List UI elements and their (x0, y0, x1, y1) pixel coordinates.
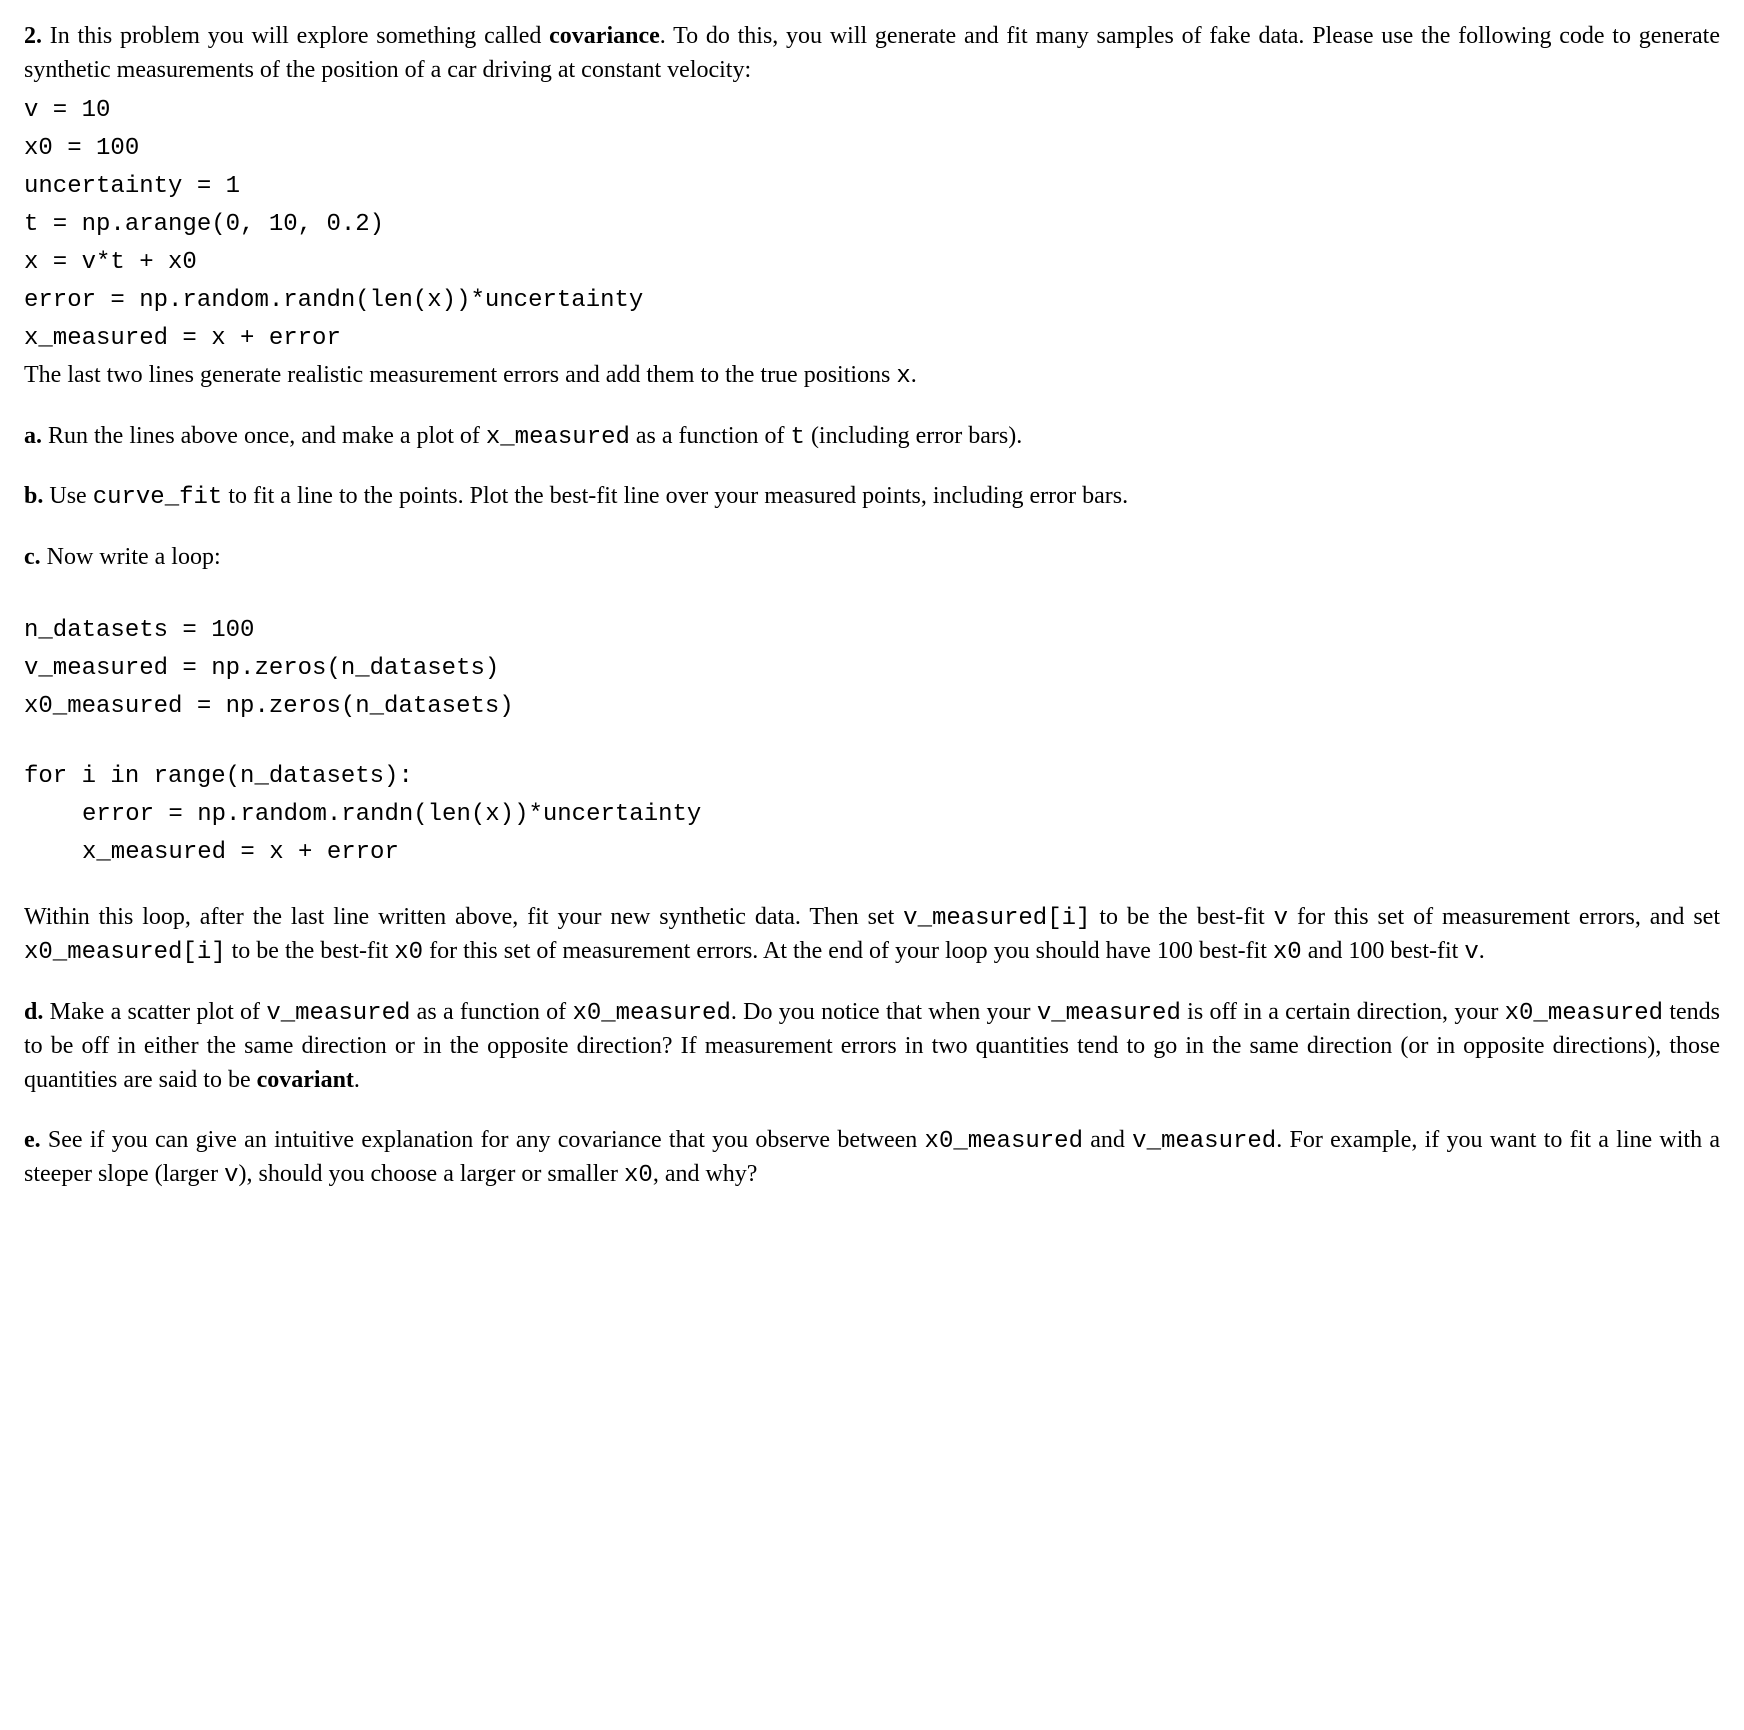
part-label: d. (24, 999, 43, 1025)
text: . (354, 1067, 360, 1093)
code-inline: x0 (624, 1162, 653, 1189)
part-c-continued: Within this loop, after the last line wr… (24, 901, 1720, 970)
code-inline: x0 (394, 939, 423, 966)
text: ), should you choose a larger or smaller (239, 1161, 624, 1187)
code-inline: x0_measured (572, 1000, 730, 1027)
code-inline: curve_fit (93, 484, 223, 511)
text: as a function of (630, 423, 791, 449)
post-code-paragraph: The last two lines generate realistic me… (24, 359, 1720, 394)
text: as a function of (410, 999, 572, 1025)
text: Use (43, 483, 92, 509)
code-line: uncertainty = 1 (24, 169, 1720, 205)
text: The last two lines generate realistic me… (24, 362, 896, 388)
code-inline: x0_measured (1505, 1000, 1663, 1027)
text: to be the best-fit (1090, 904, 1273, 930)
part-label: e. (24, 1127, 41, 1153)
text: is off in a certain direction, your (1181, 999, 1505, 1025)
code-inline: t (791, 424, 805, 451)
part-c: c. Now write a loop: (24, 541, 1720, 575)
code-inline: v (1464, 939, 1478, 966)
text: Run the lines above once, and make a plo… (42, 423, 486, 449)
part-a: a. Run the lines above once, and make a … (24, 420, 1720, 455)
text: Make a scatter plot of (43, 999, 266, 1025)
code-line: t = np.arange(0, 10, 0.2) (24, 207, 1720, 243)
text: for this set of measurement errors, and … (1288, 904, 1720, 930)
part-b: b. Use curve_fit to fit a line to the po… (24, 480, 1720, 515)
intro-paragraph: 2. In this problem you will explore some… (24, 20, 1720, 87)
text: See if you can give an intuitive explana… (41, 1127, 925, 1153)
code-line: x0_measured = np.zeros(n_datasets) (24, 689, 1720, 725)
part-label: b. (24, 483, 43, 509)
text: Within this loop, after the last line wr… (24, 904, 903, 930)
text: . (1479, 938, 1485, 964)
code-line: n_datasets = 100 (24, 613, 1720, 649)
code-inline: v (1274, 905, 1288, 932)
code-inline: x0_measured[i] (24, 939, 226, 966)
term-covariance: covariance (549, 23, 660, 49)
text: . (911, 362, 917, 388)
code-line: error = np.random.randn(len(x))*uncertai… (24, 797, 1720, 833)
text: for this set of measurement errors. At t… (423, 938, 1273, 964)
text: to be the best-fit (226, 938, 395, 964)
text: , and why? (653, 1161, 758, 1187)
part-e: e. See if you can give an intuitive expl… (24, 1124, 1720, 1193)
part-label: c. (24, 544, 41, 570)
code-line: x_measured = x + error (24, 835, 1720, 871)
code-inline: v_measured[i] (903, 905, 1090, 932)
text: to fit a line to the points. Plot the be… (222, 483, 1128, 509)
problem-number: 2. (24, 23, 42, 49)
code-line: x = v*t + x0 (24, 245, 1720, 281)
term-covariant: covariant (257, 1067, 354, 1093)
text: . Do you notice that when your (731, 999, 1037, 1025)
code-inline: v_measured (266, 1000, 410, 1027)
code-inline: v_measured (1037, 1000, 1181, 1027)
code-inline: v_measured (1132, 1128, 1276, 1155)
text: In this problem you will explore somethi… (42, 23, 549, 49)
code-line: error = np.random.randn(len(x))*uncertai… (24, 283, 1720, 319)
text: (including error bars). (805, 423, 1022, 449)
text: and (1083, 1127, 1132, 1153)
text: and 100 best-fit (1302, 938, 1465, 964)
part-d: d. Make a scatter plot of v_measured as … (24, 996, 1720, 1098)
part-label: a. (24, 423, 42, 449)
code-line: x0 = 100 (24, 131, 1720, 167)
text: Now write a loop: (41, 544, 221, 570)
code-inline: x_measured (486, 424, 630, 451)
code-line: for i in range(n_datasets): (24, 759, 1720, 795)
code-line: x_measured = x + error (24, 321, 1720, 357)
code-line: v = 10 (24, 93, 1720, 129)
code-line: v_measured = np.zeros(n_datasets) (24, 651, 1720, 687)
code-inline: x (896, 363, 910, 390)
code-inline: x0_measured (925, 1128, 1083, 1155)
code-inline: v (224, 1162, 238, 1189)
code-inline: x0 (1273, 939, 1302, 966)
